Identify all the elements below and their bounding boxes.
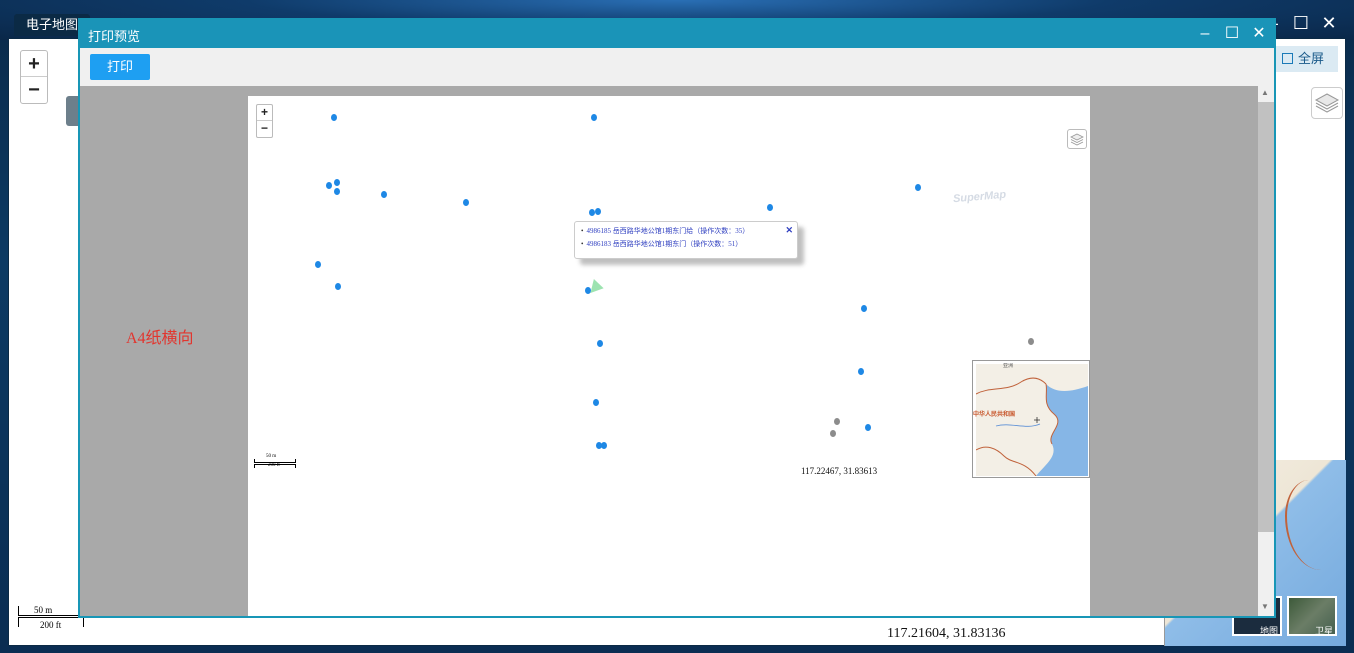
selected-marker[interactable] <box>586 276 604 294</box>
zoom-in-button[interactable]: + <box>21 51 47 77</box>
basemap-satellite-thumb[interactable]: 卫星 <box>1287 596 1337 636</box>
dialog-maximize-icon[interactable]: ☐ <box>1221 22 1243 46</box>
maximize-icon[interactable]: ☐ <box>1290 12 1312 34</box>
paper-zoom-control: + − <box>256 104 273 138</box>
overview-label-top: 亚洲 <box>1003 363 1014 369</box>
map-marker[interactable] <box>326 182 332 189</box>
scroll-up-icon[interactable]: ▲ <box>1261 88 1269 97</box>
map-marker[interactable] <box>593 399 599 406</box>
map-marker[interactable] <box>334 179 340 186</box>
scroll-down-icon[interactable]: ▼ <box>1261 602 1269 611</box>
map-marker[interactable] <box>463 199 469 206</box>
map-marker[interactable] <box>591 114 597 121</box>
map-scale-bar: 50 m 200 ft <box>18 605 84 630</box>
map-marker[interactable] <box>597 340 603 347</box>
map-marker[interactable] <box>915 184 921 191</box>
overview-label-country: 中华人民共和国 <box>973 412 1016 418</box>
fullscreen-icon <box>1282 53 1293 64</box>
map-coordinates: 117.21604, 31.83136 <box>887 626 1006 641</box>
map-marker[interactable] <box>861 305 867 312</box>
basemap-vector-label: 地图 <box>1259 626 1278 636</box>
fullscreen-button[interactable]: 全屏 <box>1276 46 1338 72</box>
map-marker-inactive[interactable] <box>1028 338 1034 345</box>
map-marker[interactable] <box>381 191 387 198</box>
scale-metric-label: 50 m <box>34 605 53 615</box>
scrollbar-thumb[interactable] <box>1258 102 1274 532</box>
paper-scale-metric-label: 50 m <box>266 454 277 459</box>
map-marker[interactable] <box>334 188 340 195</box>
map-marker-inactive[interactable] <box>830 430 836 437</box>
popup-item[interactable]: 4986183 岳西路华地公馆1期东门（操作次数：51） <box>581 238 789 251</box>
map-marker[interactable] <box>595 208 601 215</box>
popup-close-icon[interactable]: ✕ <box>785 225 793 236</box>
paper-layers-icon[interactable] <box>1067 129 1087 149</box>
orientation-label: A4纸横向 <box>126 330 194 347</box>
paper-scale-bar: 50 m 200 ft <box>254 454 298 470</box>
print-button[interactable]: 打印 <box>90 54 150 80</box>
close-icon[interactable]: ✕ <box>1318 12 1340 34</box>
print-preview-area[interactable]: A4纸横向 + − SuperMap • 4986185 岳西路华地公馆1期东门… <box>80 86 1274 616</box>
map-watermark: SuperMap <box>952 188 1007 206</box>
paper-scale-imperial-label: 200 ft <box>268 463 280 468</box>
map-marker[interactable] <box>315 261 321 268</box>
map-marker-inactive[interactable] <box>834 418 840 425</box>
basemap-satellite-label: 卫星 <box>1314 626 1333 636</box>
overview-map-graphic <box>976 364 1088 476</box>
map-marker[interactable] <box>335 283 341 290</box>
paper-overview-map: 亚洲 中华人民共和国 <box>972 360 1090 478</box>
dialog-title: 打印预览 <box>88 29 141 44</box>
marker-popup: 4986185 岳西路华地公馆1期东门给（操作次数：35） 4986183 岳西… <box>574 221 798 259</box>
popup-tail <box>596 258 610 272</box>
print-preview-dialog: 打印预览 – ☐ ✕ 打印 A4纸横向 + − SuperMap • 49861… <box>78 18 1276 618</box>
print-paper: + − SuperMap • 4986185 岳西路华地公馆1期东门给（操作次数… <box>248 96 1090 616</box>
dialog-titlebar[interactable]: 打印预览 – ☐ ✕ <box>80 20 1274 48</box>
paper-zoom-in-button[interactable]: + <box>257 105 272 121</box>
layers-icon <box>1314 93 1340 113</box>
map-marker[interactable] <box>858 368 864 375</box>
popup-item[interactable]: 4986185 岳西路华地公馆1期东门给（操作次数：35） <box>581 225 789 238</box>
map-marker[interactable] <box>331 114 337 121</box>
map-marker[interactable] <box>601 442 607 449</box>
map-marker[interactable] <box>767 204 773 211</box>
dialog-close-icon[interactable]: ✕ <box>1248 22 1270 46</box>
overview-coastline <box>1285 480 1345 570</box>
paper-coordinates: 117.22467, 31.83613 <box>801 466 878 476</box>
zoom-out-button[interactable]: − <box>21 77 47 103</box>
preview-scrollbar[interactable]: ▲ ▼ <box>1258 86 1274 616</box>
paper-zoom-out-button[interactable]: − <box>257 121 272 137</box>
map-marker[interactable] <box>865 424 871 431</box>
layer-switch-button[interactable] <box>1311 87 1343 119</box>
dialog-minimize-icon[interactable]: – <box>1194 22 1216 46</box>
fullscreen-label: 全屏 <box>1298 51 1325 66</box>
map-zoom-control: + − <box>20 50 48 104</box>
scale-imperial-label: 200 ft <box>40 620 62 630</box>
